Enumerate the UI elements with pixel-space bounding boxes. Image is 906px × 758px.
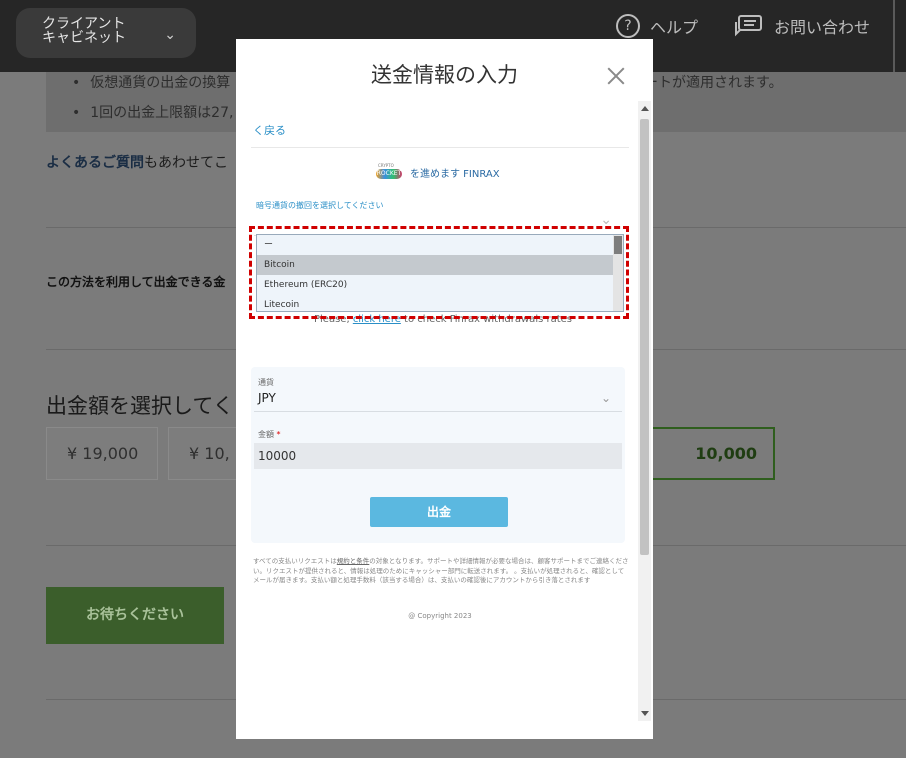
question-icon: ? (616, 14, 640, 38)
divider (251, 147, 629, 148)
brand-text: を進めます FINRAX (410, 168, 500, 180)
chevron-down-icon: ⌄ (600, 391, 611, 405)
crypto-rocket-logo: CRYPTO ROCKET (376, 163, 402, 179)
info-bullet: 仮想通貨の出金の換算 (72, 72, 230, 92)
currency-label: 通貨 (258, 378, 274, 387)
withdraw-button[interactable]: 出金 (370, 497, 508, 527)
amount-option[interactable]: ¥ 19,000 (46, 427, 158, 480)
modal-title: 送金情報の入力 (371, 63, 518, 87)
terms-link[interactable]: 規約と条件 (337, 557, 370, 565)
scroll-down-arrow-icon[interactable] (641, 711, 649, 716)
legal-text: すべての支払いリクエストは規約と条件の対象となります。サポートや詳細情報が必要な… (253, 557, 629, 584)
divider (254, 411, 622, 412)
payment-frame: く戻る CRYPTO ROCKET を進めます FINRAX 暗号通貨の撤回を選… (251, 101, 653, 721)
faq-link[interactable]: よくあるご質問 (46, 155, 144, 171)
amount-option[interactable]: ¥ 10, (168, 427, 238, 480)
currency-select[interactable]: JPY (258, 391, 276, 405)
help-label: ヘルプ (650, 18, 699, 37)
amount-title: 出金額を選択してく (46, 394, 234, 418)
frame-scrollbar[interactable] (638, 101, 651, 721)
client-cabinet-label: クライアント キャビネット (42, 16, 126, 46)
amount-input[interactable]: 10000 (254, 443, 622, 469)
close-icon[interactable] (607, 67, 625, 85)
contact-link[interactable]: お問い合わせ (734, 14, 870, 38)
back-link[interactable]: く戻る (253, 122, 286, 138)
copyright: @ Copyright 2023 (408, 612, 472, 620)
divider (893, 0, 895, 72)
contact-label: お問い合わせ (774, 18, 871, 37)
dropdown-highlight-box (249, 226, 629, 319)
method-text: この方法を利用して出金できる金 (46, 275, 226, 289)
faq-line: よくあるご質問もあわせてこ (46, 152, 228, 172)
client-cabinet-button[interactable]: クライアント キャビネット ⌄ (16, 8, 196, 58)
brand-row: CRYPTO ROCKET を進めます FINRAX (376, 163, 500, 181)
faq-rest: もあわせてこ (144, 155, 228, 171)
help-link[interactable]: ? ヘルプ (616, 14, 698, 38)
chat-icon (735, 15, 762, 37)
transfer-modal: 送金情報の入力 く戻る CRYPTO ROCKET を進めます FINRAX 暗… (236, 39, 653, 739)
scroll-up-arrow-icon[interactable] (641, 106, 649, 111)
payment-form: 通貨 JPY ⌄ 金額 * 10000 出金 (251, 367, 625, 543)
wait-button[interactable]: お待ちください (46, 587, 224, 644)
info-bullet: 1回の出金上限額は27, (72, 102, 233, 122)
chevron-down-icon: ⌄ (164, 27, 176, 43)
amount-label: 金額 * (258, 430, 281, 439)
scroll-thumb[interactable] (640, 119, 649, 555)
